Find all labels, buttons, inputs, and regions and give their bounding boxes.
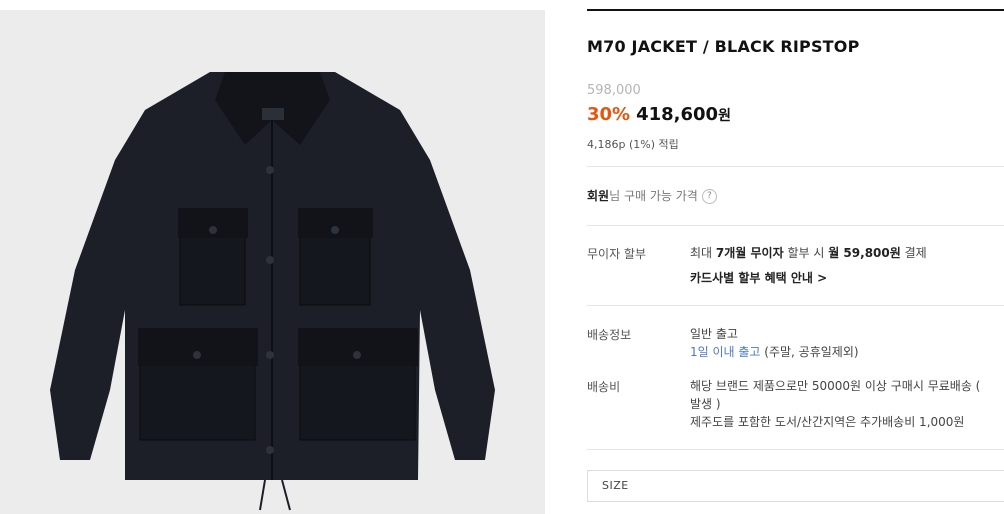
divider <box>587 305 1004 306</box>
member-bold: 회원 <box>587 189 610 203</box>
product-image <box>0 10 545 514</box>
member-price-row[interactable]: 회원님 구매 가능 가격? <box>587 187 717 204</box>
product-info-panel: M70 JACKET / BLACK RIPSTOP 598,000 30% 41… <box>587 0 1004 514</box>
shipping-fee-label: 배송비 <box>587 380 621 394</box>
discount-rate: 30% <box>587 104 631 125</box>
shipping-fee-info: 해당 브랜드 제품으로만 50000원 이상 구매시 무료배송 ( 발생 ) 제… <box>690 379 981 429</box>
size-label: SIZE <box>602 479 629 492</box>
installment-info: 최대 7개월 무이자 할부 시 월 59,800원 결제 <box>690 246 927 260</box>
installment-label: 무이자 할부 <box>587 247 647 261</box>
points-info: 4,186p (1%) 적립 <box>587 138 679 151</box>
size-select[interactable]: SIZE <box>587 470 1004 502</box>
card-benefit-link[interactable]: 카드사별 할부 혜택 안내 > <box>690 269 827 286</box>
divider <box>587 166 1004 167</box>
help-icon[interactable]: ? <box>701 189 717 204</box>
shipping-blue-text: 1일 이내 출고 <box>690 345 761 359</box>
divider <box>587 225 1004 226</box>
price-row: 30% 418,600원 <box>587 104 731 125</box>
shipping-info: 일반 출고 1일 이내 출고 (주말, 공휴일제외) <box>690 327 859 359</box>
original-price: 598,000 <box>587 83 641 98</box>
sale-price: 418,600 <box>636 104 719 125</box>
member-text: 님 구매 가능 가격 <box>609 189 698 203</box>
product-title: M70 JACKET / BLACK RIPSTOP <box>587 37 860 56</box>
shipping-label: 배송정보 <box>587 328 632 342</box>
currency-unit: 원 <box>718 108 731 124</box>
divider <box>587 449 1004 450</box>
top-divider <box>587 9 1004 11</box>
jacket-illustration <box>50 72 495 511</box>
